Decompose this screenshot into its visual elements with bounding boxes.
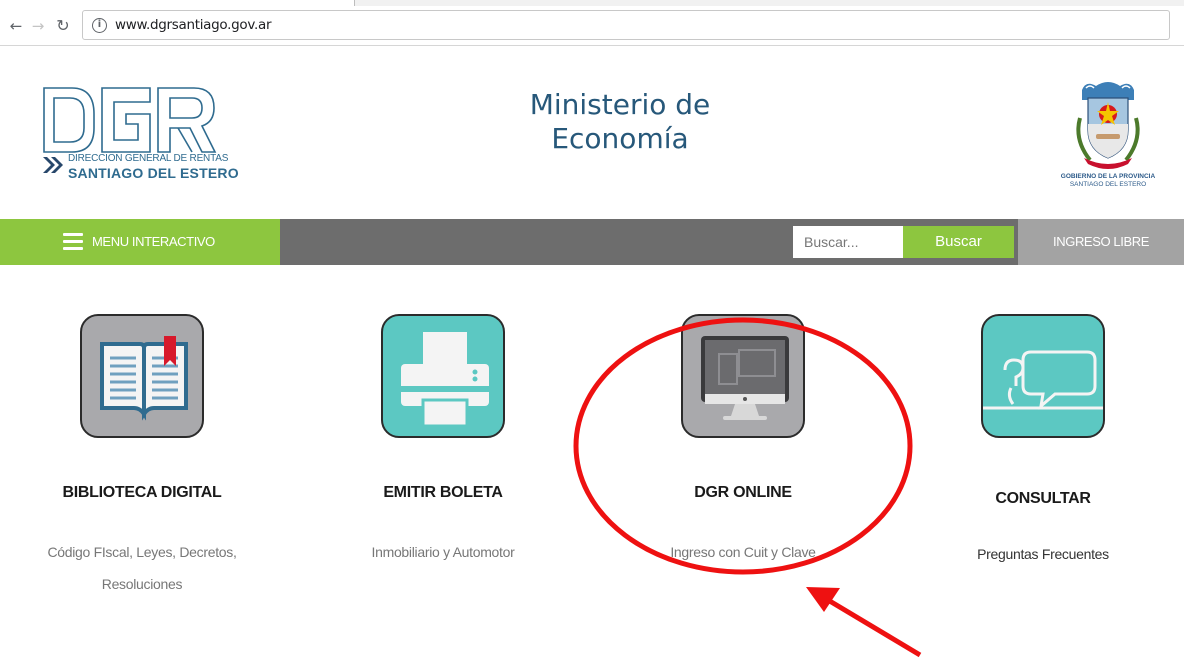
card-subtitle: Preguntas Frecuentes [977,546,1109,562]
logo-subtitle: DIRECCION GENERAL DE RENTAS [68,153,229,164]
menu-interactivo-button[interactable]: MENU INTERACTIVO [0,219,280,265]
card-subtitle-line2: Resoluciones [101,576,183,592]
search-button[interactable]: Buscar [903,226,1014,258]
card-biblioteca-digital[interactable]: BIBLIOTECA DIGITAL Código FIscal, Leyes,… [0,314,292,614]
menu-label: MENU INTERACTIVO [92,234,215,249]
card-title: CONSULTAR [995,490,1091,507]
card-consultar[interactable]: CONSULTAR Preguntas Frecuentes [893,314,1184,614]
info-icon[interactable]: i [92,18,107,33]
book-icon [80,314,204,438]
hamburger-icon [63,233,83,251]
logo-location: SANTIAGO DEL ESTERO [68,165,239,181]
forward-arrow-icon[interactable]: → [28,16,48,36]
card-title: BIBLIOTECA DIGITAL [62,484,222,501]
card-subtitle: Inmobiliario y Automotor [371,544,515,560]
chevrons-icon [43,157,63,173]
back-arrow-icon[interactable]: ← [6,16,26,36]
crest-caption: GOBIERNO DE LA PROVINCIA [1060,173,1156,180]
chat-question-icon [981,314,1105,438]
card-title: EMITIR BOLETA [383,484,503,501]
browser-toolbar: ← → ↻ i www.dgrsantiago.gov.ar [0,6,1184,46]
card-dgr-online[interactable]: DGR ONLINE Ingreso con Cuit y Clave [593,314,893,614]
search-input[interactable] [793,226,903,258]
ingreso-libre-button[interactable]: INGRESO LIBRE [1018,219,1184,265]
main-navbar: MENU INTERACTIVO Buscar INGRESO LIBRE [0,219,1184,265]
printer-icon [381,314,505,438]
ministry-line1: Ministerio de [529,88,711,121]
card-emitir-boleta[interactable]: EMITIR BOLETA Inmobiliario y Automotor [293,314,593,614]
computer-icon [681,314,805,438]
card-title: DGR ONLINE [694,484,792,501]
card-subtitle: Ingreso con Cuit y Clave [670,544,816,560]
card-subtitle: Código FIscal, Leyes, Decretos, Resoluci… [0,540,292,596]
ministry-title: Ministerio de Economía [470,88,770,156]
reload-icon[interactable]: ↻ [53,16,73,36]
address-bar[interactable]: i www.dgrsantiago.gov.ar [82,10,1170,40]
url-text: www.dgrsantiago.gov.ar [115,17,272,33]
crest-caption-location: SANTIAGO DEL ESTERO [1069,181,1147,188]
ministry-line2: Economía [551,122,689,155]
coat-of-arms-icon [1076,82,1140,169]
card-subtitle-line1: Código FIscal, Leyes, Decretos, [47,544,237,560]
